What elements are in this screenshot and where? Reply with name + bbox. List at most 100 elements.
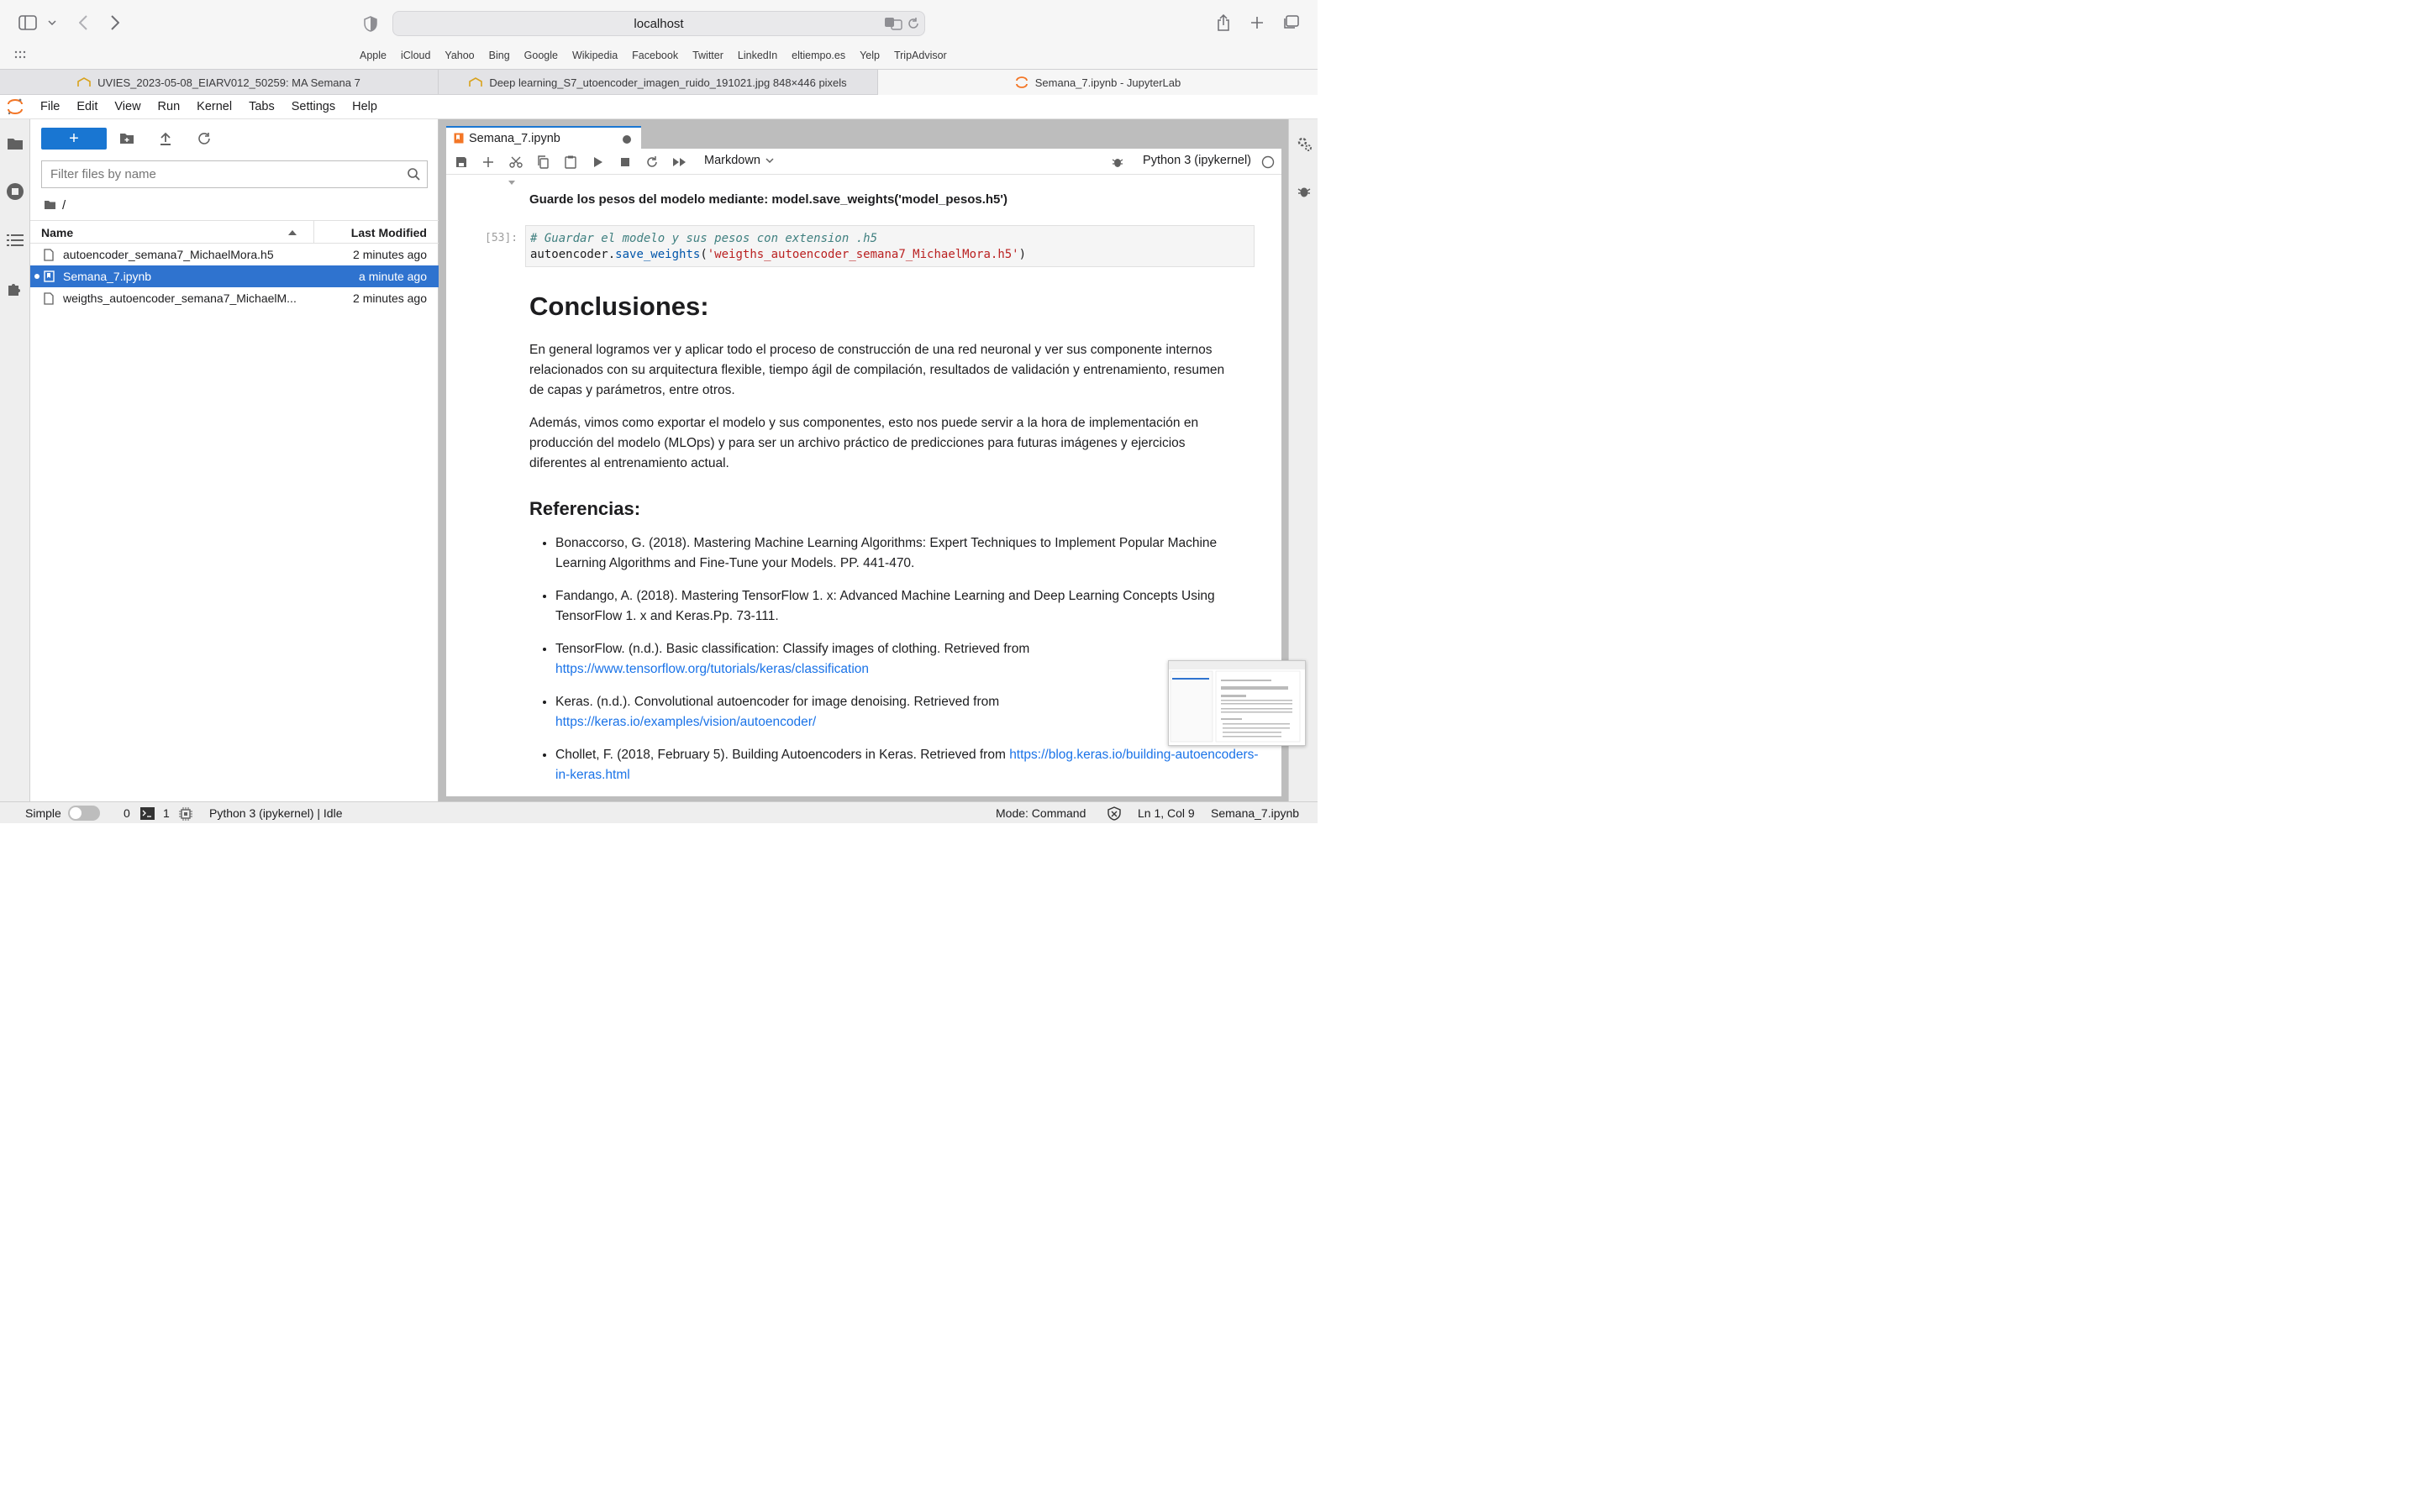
notebook-panel: Markdown Python 3 (ipykernel) Guarde los… [446,149,1281,796]
cut-icon[interactable] [508,154,524,171]
reference-text: TensorFlow. (n.d.). Basic classification… [555,642,1030,656]
menu-kernel[interactable]: Kernel [197,100,232,113]
kernel-status[interactable]: Python 3 (ipykernel) | Idle [209,806,343,820]
address-text: localhost [634,16,684,31]
notebook-tab-title: Semana_7.ipynb [469,131,560,145]
running-kernels-icon[interactable] [5,181,25,202]
status-filename: Semana_7.ipynb [1211,806,1300,820]
menu-run[interactable]: Run [158,100,181,113]
browser-tab-2[interactable]: Deep learning_S7_utoencoder_imagen_ruido… [439,70,878,95]
reference-link[interactable]: https://keras.io/examples/vision/autoenc… [555,715,816,729]
favorite-bing[interactable]: Bing [489,50,510,61]
new-folder-icon[interactable] [118,130,135,147]
extensions-icon[interactable] [5,279,25,299]
notebook-icon [44,270,55,282]
menu-view[interactable]: View [114,100,140,113]
reference-item: Keras. (n.d.). Convolutional autoencoder… [555,692,1261,732]
table-of-contents-icon[interactable] [5,230,25,250]
file-row[interactable]: autoencoder_semana7_MichaelMora.h5 2 min… [30,244,439,265]
reference-text: Bonaccorso, G. (2018). Mastering Machine… [555,536,1218,570]
menu-help[interactable]: Help [352,100,377,113]
restart-icon[interactable] [644,154,660,171]
code-cell[interactable]: # Guardar el modelo y sus pesos con exte… [525,225,1255,267]
translate-icon[interactable] [884,16,902,31]
reload-icon[interactable] [906,16,921,31]
favorite-yahoo[interactable]: Yahoo [445,50,474,61]
favorite-yelp[interactable]: Yelp [860,50,880,61]
tab-overview-icon[interactable] [1281,13,1301,33]
new-tab-icon[interactable] [1247,13,1267,33]
menu-settings[interactable]: Settings [292,100,335,113]
notebook-mode: Mode: Command [996,806,1086,820]
column-last-modified[interactable]: Last Modified [351,226,427,239]
favorite-google[interactable]: Google [524,50,558,61]
code-paren-close: ) [1018,248,1027,261]
browser-tab-1[interactable]: UVIES_2023-05-08_EIARV012_50259: MA Sema… [0,70,439,95]
menu-tabs[interactable]: Tabs [249,100,275,113]
menu-file[interactable]: File [40,100,60,113]
favorite-icloud[interactable]: iCloud [401,50,430,61]
copy-icon[interactable] [534,154,551,171]
debugger-panel-icon[interactable] [1294,181,1314,202]
favorite-wikipedia[interactable]: Wikipedia [572,50,618,61]
filter-files-input[interactable]: Filter files by name [41,160,428,188]
paste-icon[interactable] [562,154,579,171]
window-preview-thumbnail[interactable] [1168,660,1306,746]
debugger-icon[interactable] [1109,154,1126,171]
chevron-down-icon[interactable] [45,15,59,30]
column-name[interactable]: Name [41,226,73,239]
new-launcher-button[interactable]: + [41,128,107,150]
simple-mode-toggle[interactable] [68,806,100,821]
cell-type-select[interactable]: Markdown [704,154,774,167]
kernel-name[interactable]: Python 3 (ipykernel) [1143,154,1251,167]
collapser-icon[interactable] [508,181,515,185]
favorite-eltiempo[interactable]: eltiempo.es [792,50,845,61]
code-object: autoencoder. [530,248,616,261]
cell-type-value: Markdown [704,154,760,167]
forward-icon[interactable] [106,13,124,32]
breadcrumb-root[interactable]: / [62,198,66,213]
folder-icon [44,200,56,210]
sort-ascending-icon[interactable] [288,230,297,235]
favorite-facebook[interactable]: Facebook [632,50,678,61]
file-row-selected[interactable]: Semana_7.ipynb a minute ago [30,265,439,287]
chevron-down-icon [765,158,774,163]
breadcrumb[interactable]: / [44,197,66,213]
stop-icon[interactable] [617,154,634,171]
cursor-position[interactable]: Ln 1, Col 9 [1138,806,1195,820]
code-comment: # Guardar el modelo y sus pesos con exte… [530,232,878,245]
left-activity-bar [0,119,30,801]
property-inspector-icon[interactable] [1294,134,1314,154]
reference-link[interactable]: https://www.tensorflow.org/tutorials/ker… [555,662,869,676]
file-modified: a minute ago [359,270,427,283]
refresh-icon[interactable] [196,130,213,147]
trusted-shield-icon[interactable] [1107,806,1121,821]
file-row[interactable]: weigths_autoencoder_semana7_MichaelM... … [30,287,439,309]
upload-icon[interactable] [157,130,174,147]
conclusions-paragraph-2: Además, vimos como exportar el modelo y … [529,416,1199,470]
reference-item: Fandango, A. (2018). Mastering TensorFlo… [555,586,1261,627]
kernel-status-icon [1260,154,1276,171]
favorite-linkedin[interactable]: LinkedIn [738,50,777,61]
browser-tab-3[interactable]: Semana_7.ipynb - JupyterLab [878,70,1318,95]
folder-icon[interactable] [5,134,25,154]
terminal-icon[interactable] [140,807,155,820]
sidebar-toggle-icon[interactable] [17,13,39,32]
unsaved-dot-icon[interactable] [623,135,631,144]
notebook-tab[interactable]: Semana_7.ipynb [446,126,641,149]
favorite-apple[interactable]: Apple [360,50,387,61]
address-bar[interactable]: localhost [392,11,925,36]
kernel-chip-icon[interactable] [179,807,192,821]
file-icon [44,292,54,305]
privacy-shield-icon[interactable] [361,14,380,33]
insert-cell-icon[interactable] [480,154,497,171]
run-icon[interactable] [590,154,607,171]
share-icon[interactable] [1213,13,1234,33]
menu-edit[interactable]: Edit [76,100,97,113]
jupyter-logo-icon [7,97,24,116]
back-icon[interactable] [74,13,92,32]
favorite-tripadvisor[interactable]: TripAdvisor [894,50,947,61]
save-icon[interactable] [453,154,470,171]
favorite-twitter[interactable]: Twitter [692,50,723,61]
fast-forward-icon[interactable] [671,154,688,171]
